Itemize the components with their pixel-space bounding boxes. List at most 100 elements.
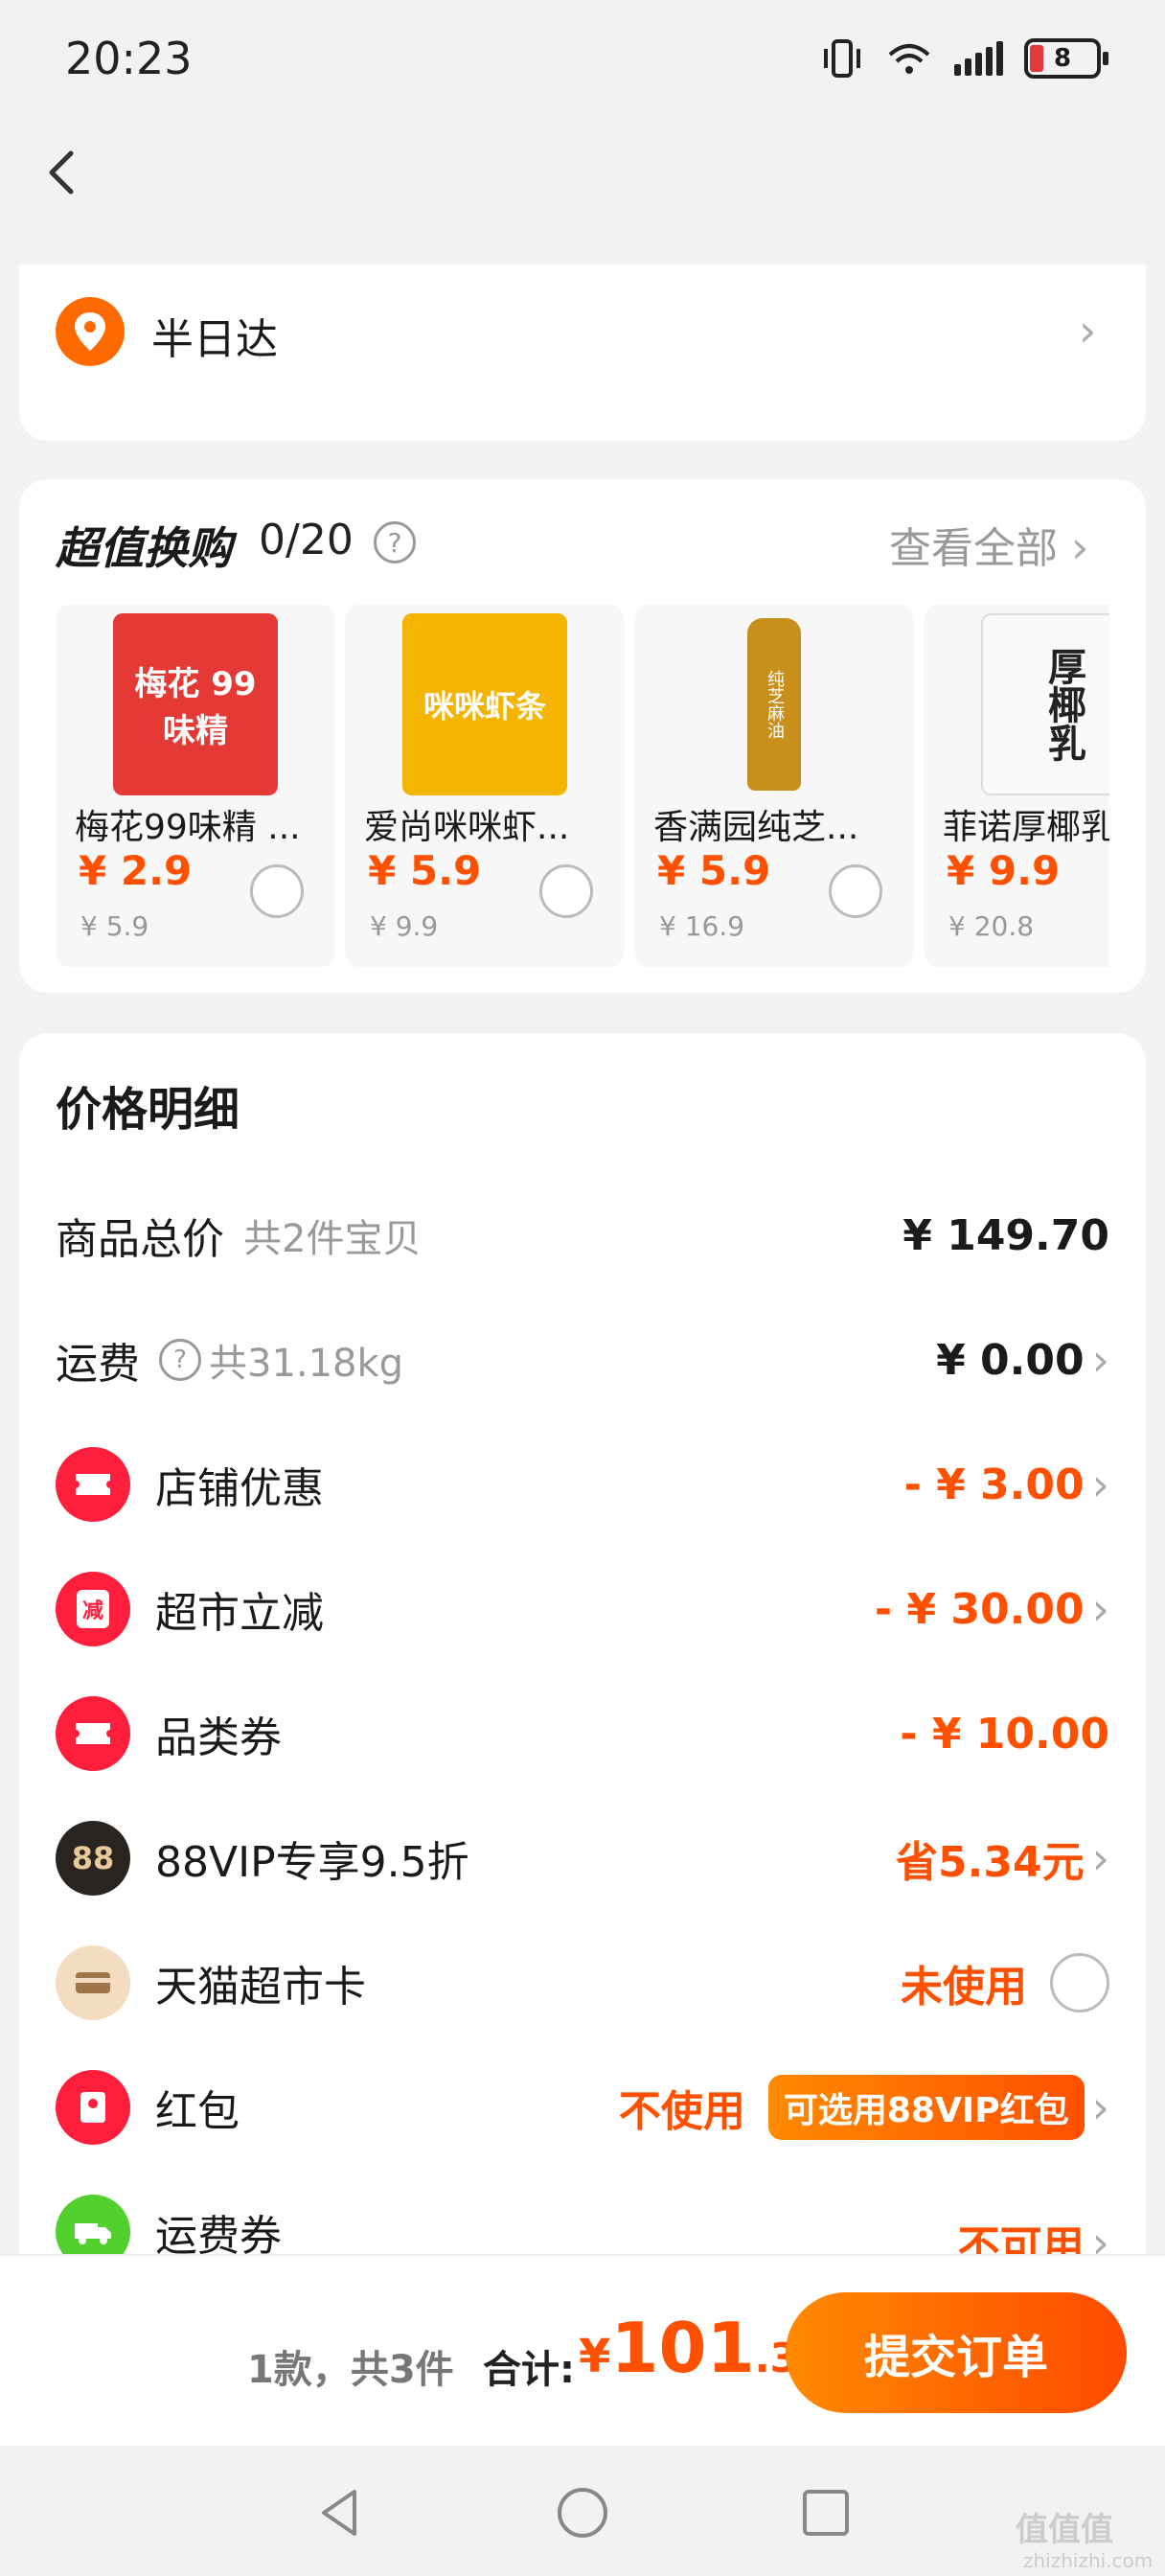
product-select-radio[interactable] <box>829 864 882 918</box>
nav-recents-icon[interactable] <box>797 2484 855 2542</box>
status-icons: 8 <box>820 34 1108 82</box>
ticket-icon <box>56 1447 130 1522</box>
row-value: 不使用 <box>618 2087 745 2136</box>
row-88vip[interactable]: 88 88VIP专享9.5折 省5.34元 › <box>56 1815 1109 1901</box>
row-value: 不可用 <box>957 2222 1085 2254</box>
row-value: 省5.34元 <box>896 1838 1085 1887</box>
reduce-icon: 减 <box>56 1572 130 1646</box>
help-icon[interactable]: ? <box>374 521 416 564</box>
chevron-right-icon: › <box>1091 1583 1109 1635</box>
row-sub: 共31.18kg <box>209 1342 404 1386</box>
system-nav-bar <box>0 2446 1165 2576</box>
tmall-card-radio[interactable] <box>1050 1953 1109 2012</box>
row-supermarket-reduce[interactable]: 减 超市立减 - ¥ 30.00 › <box>56 1566 1109 1652</box>
total-label: 合计: <box>483 2348 575 2392</box>
location-pin-icon <box>56 297 125 366</box>
row-label: 天猫超市卡 <box>155 1963 366 2012</box>
reduce-glyph: 减 <box>76 1590 109 1628</box>
price-detail-title: 价格明细 <box>56 1083 240 1137</box>
row-shipping[interactable]: 运费 ? 共31.18kg ¥ 0.00 › <box>56 1317 1109 1403</box>
row-label: 运费 <box>56 1340 140 1389</box>
product-card[interactable]: 梅花 99 味精 梅花99味精 ... ¥ 2.9 ¥ 5.9 <box>56 604 335 968</box>
help-icon[interactable]: ? <box>159 1339 201 1381</box>
row-value: ¥ 149.70 <box>902 1210 1109 1260</box>
product-name: 梅花99味精 ... <box>75 808 301 847</box>
product-price: ¥ 5.9 <box>368 847 482 894</box>
product-image-label: 梅花 99 味精 <box>134 665 257 750</box>
signal-icon <box>954 41 1003 76</box>
product-image-label: 厚椰乳 <box>1041 647 1085 762</box>
battery-level: 8 <box>1053 44 1072 73</box>
back-arrow-icon[interactable] <box>36 144 94 201</box>
row-value: ¥ 0.00 <box>936 1335 1085 1385</box>
row-category-coupon: 品类券 - ¥ 10.00 <box>56 1690 1109 1777</box>
watermark-text: 值值值 <box>1016 2511 1113 2549</box>
product-image: 咪咪虾条 <box>402 613 567 795</box>
row-store-discount[interactable]: 店铺优惠 - ¥ 3.00 › <box>56 1441 1109 1528</box>
nav-home-icon[interactable] <box>554 2484 611 2542</box>
row-tmall-card[interactable]: 天猫超市卡 未使用 <box>56 1940 1109 2026</box>
product-name: 菲诺厚椰乳 <box>943 808 1109 847</box>
nav-back-icon[interactable] <box>310 2484 368 2542</box>
red-packet-icon <box>56 2070 130 2145</box>
vip88-glyph: 88 <box>71 1840 115 1876</box>
product-image: 梅花 99 味精 <box>113 613 278 795</box>
see-all-chevron-icon: › <box>1071 521 1089 573</box>
row-label: 商品总价 <box>56 1215 224 1264</box>
item-summary: 1款，共3件 <box>247 2348 454 2392</box>
product-price: ¥ 2.9 <box>79 847 193 894</box>
row-value: - ¥ 10.00 <box>900 1709 1109 1759</box>
row-value: 未使用 <box>901 1963 1027 2012</box>
total-currency: ¥ <box>579 2330 611 2383</box>
delivery-chevron-icon[interactable]: › <box>1079 305 1096 356</box>
product-select-radio[interactable] <box>250 864 304 918</box>
see-all-label: 查看全部 <box>889 524 1058 573</box>
product-name: 香满园纯芝... <box>653 808 859 847</box>
exchange-count: 0/20 <box>259 516 354 564</box>
row-red-packet[interactable]: 红包 不使用 可选用88VIP红包 › <box>56 2064 1109 2150</box>
product-image-label: 纯芝麻油 <box>765 670 785 739</box>
row-sub: 共2件宝贝 <box>243 1217 422 1261</box>
product-price: ¥ 5.9 <box>657 847 771 894</box>
see-all-link[interactable]: 查看全部 › <box>889 514 1088 575</box>
product-card[interactable]: 厚椰乳 菲诺厚椰乳 ¥ 9.9 ¥ 20.8 <box>924 604 1109 968</box>
row-shipping-coupon[interactable]: 运费券 不可用 › <box>56 2189 1109 2254</box>
chevron-right-icon: › <box>1091 1832 1109 1884</box>
delivery-label: 半日达 <box>151 315 278 364</box>
row-label: 红包 <box>155 2087 240 2136</box>
product-image: 纯芝麻油 <box>692 613 857 795</box>
row-goods-total: 商品总价 共2件宝贝 ¥ 149.70 <box>56 1192 1109 1278</box>
vip-red-packet-badge[interactable]: 可选用88VIP红包 <box>767 2075 1085 2140</box>
row-label: 88VIP专享9.5折 <box>155 1838 469 1887</box>
status-bar: 20:23 8 <box>0 0 1165 120</box>
product-image-label: 咪咪虾条 <box>423 688 546 724</box>
row-label: 运费券 <box>155 2212 282 2254</box>
submit-order-button[interactable]: 提交订单 <box>786 2292 1127 2413</box>
row-value: - ¥ 30.00 <box>874 1584 1085 1634</box>
chevron-right-icon: › <box>1091 2217 1109 2254</box>
product-original-price: ¥ 20.8 <box>948 910 1035 942</box>
chevron-right-icon: › <box>1091 1459 1109 1510</box>
product-original-price: ¥ 16.9 <box>659 910 745 942</box>
battery-icon: 8 <box>1024 38 1108 79</box>
watermark-url: zhizhizhi.com <box>1023 2549 1154 2572</box>
card-icon <box>56 1945 130 2020</box>
row-label: 店铺优惠 <box>155 1464 324 1513</box>
product-image: 厚椰乳 <box>981 613 1109 795</box>
product-name: 爱尚咪咪虾... <box>364 808 570 847</box>
row-label: 超市立减 <box>155 1589 324 1638</box>
ticket-icon <box>56 1696 130 1771</box>
vibrate-icon <box>824 39 860 78</box>
product-select-radio[interactable] <box>539 864 593 918</box>
status-time: 20:23 <box>65 33 193 84</box>
chevron-right-icon: › <box>1091 2082 1109 2133</box>
wifi-icon <box>888 44 930 74</box>
product-card[interactable]: 咪咪虾条 爱尚咪咪虾... ¥ 5.9 ¥ 9.9 <box>345 604 625 968</box>
truck-icon <box>56 2195 130 2254</box>
product-original-price: ¥ 5.9 <box>80 910 149 942</box>
product-strip[interactable]: 梅花 99 味精 梅花99味精 ... ¥ 2.9 ¥ 5.9 咪咪虾条 爱尚咪… <box>56 604 1109 968</box>
exchange-title: 超值换购 <box>56 522 232 574</box>
chevron-right-icon: › <box>1091 1334 1109 1386</box>
product-card[interactable]: 纯芝麻油 香满园纯芝... ¥ 5.9 ¥ 16.9 <box>634 604 914 968</box>
total-integer: 101 <box>610 2308 755 2388</box>
